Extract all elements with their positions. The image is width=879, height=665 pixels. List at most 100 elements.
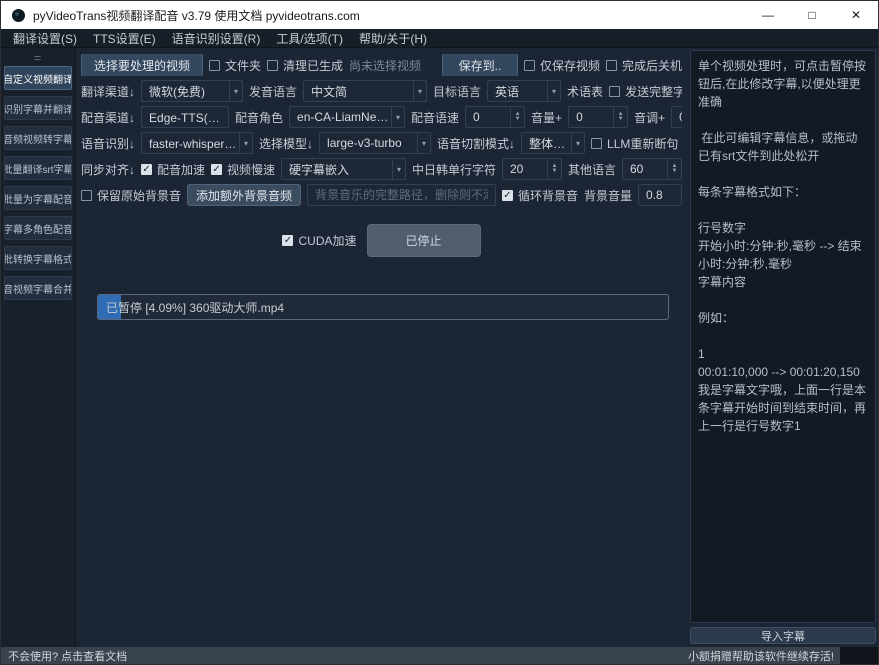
subtitle-editor[interactable]: 单个视频处理时，可点击暂停按钮后,在此修改字幕,以便处理更准确 在此可编辑字幕信… [690,50,876,623]
window-body: = 自定义视频翻译 识别字幕并翻译 音频视频转字幕 批量翻译srt字幕 批量为字… [1,48,878,647]
spin-down-icon[interactable]: ▼ [668,169,681,174]
row-alignment: 同步对齐↓ ✓ 配音加速 ✓ 视频慢速 硬字幕嵌入 ▾ 中日韩单行字符 20 ▲… [81,158,682,180]
checkbox-label: 完成后关机 [622,57,682,74]
spinner-buttons: ▲▼ [547,159,561,179]
loop-bgm-checkbox[interactable]: ✓ 循环背景音 [502,187,578,204]
progress-text: 已暂停 [4.09%] 360驱动大师.mp4 [98,299,284,316]
chevron-down-icon: ▾ [571,133,584,153]
pitch-spinner[interactable]: 0 ▲▼ [671,106,682,128]
translate-channel-select[interactable]: 微软(免费) ▾ [141,80,243,102]
window-controls: — □ ✕ [746,1,878,29]
save-video-only-checkbox[interactable]: 仅保存视频 [524,57,600,74]
subtitle-embed-mode-select[interactable]: 硬字幕嵌入 ▾ [281,158,406,180]
volume-label: 音量+ [531,109,562,126]
llm-resegment-checkbox[interactable]: LLM重新断句 [591,135,678,152]
keep-original-bgm-checkbox[interactable]: 保留原始背景音 [81,187,181,204]
checkbox-icon: ✓ [211,164,222,175]
subtitle-panel: 单个视频处理时，可点击暂停按钮后,在此修改字幕,以便处理更准确 在此可编辑字幕信… [688,48,878,647]
window-title: pyVideoTrans视频翻译配音 v3.79 使用文档 pyvideotra… [33,7,360,24]
source-language-select[interactable]: 中文简 ▾ [303,80,427,102]
dubbing-rate-spinner[interactable]: 0 ▲▼ [465,106,525,128]
menu-translate-settings[interactable]: 翻译设置(S) [5,30,85,47]
checkbox-icon: ✓ [282,235,293,246]
clear-generated-checkbox[interactable]: 清理已生成 [267,57,343,74]
bgm-volume-label: 背景音量 [584,187,632,204]
speech-recognition-label[interactable]: 语音识别↓ [81,135,135,152]
sidebar-item-av-to-subtitle[interactable]: 音频视频转字幕 [4,126,72,150]
checkbox-label: 视频慢速 [227,161,275,178]
dubbing-channel-label[interactable]: 配音渠道↓ [81,109,135,126]
spinner-buttons: ▲▼ [510,107,524,127]
checkbox-icon: ✓ [141,164,152,175]
checkbox-icon [606,60,617,71]
dub-speedup-checkbox[interactable]: ✓ 配音加速 [141,161,205,178]
split-mode-select[interactable]: 整体识别 ▾ [521,132,585,154]
recognition-engine-select[interactable]: faster-whisper(本地) ▾ [141,132,253,154]
row-dubbing: 配音渠道↓ Edge-TTS(免费) 配音角色 en-CA-LiamNeural… [81,106,682,128]
target-language-select[interactable]: 英语 ▾ [487,80,561,102]
volume-spinner[interactable]: 0 ▲▼ [568,106,628,128]
bgm-path-input[interactable] [307,184,496,206]
translate-channel-label[interactable]: 翻译渠道↓ [81,83,135,100]
checkbox-icon [209,60,220,71]
video-slowdown-checkbox[interactable]: ✓ 视频慢速 [211,161,275,178]
sidebar-item-batch-translate-srt[interactable]: 批量翻译srt字幕 [4,156,72,180]
checkbox-icon [81,190,92,201]
close-button[interactable]: ✕ [834,1,878,29]
sidebar: = 自定义视频翻译 识别字幕并翻译 音频视频转字幕 批量翻译srt字幕 批量为字… [1,48,76,647]
spin-down-icon[interactable]: ▼ [511,117,524,122]
checkbox-label: 清理已生成 [283,57,343,74]
menu-tts-settings[interactable]: TTS设置(E) [85,30,164,47]
checkbox-label: 发送完整字幕 [625,83,682,100]
menu-help-about[interactable]: 帮助/关于(H) [351,30,435,47]
shutdown-after-checkbox[interactable]: 完成后关机 [606,57,682,74]
import-subtitle-button[interactable]: 导入字幕 [690,627,876,644]
row-video-select: 选择要处理的视频 文件夹 清理已生成 尚未选择视频 保存到.. 仅保存视频 [81,54,682,76]
status-bar: 不会使用? 点击查看文档 小额捐赠帮助该软件继续存活! [1,647,878,664]
menu-speech-recognition-settings[interactable]: 语音识别设置(R) [164,30,269,47]
help-doc-link[interactable]: 不会使用? 点击查看文档 [8,648,127,664]
title-bar: pyVideoTrans视频翻译配音 v3.79 使用文档 pyvideotra… [1,1,878,29]
send-full-subtitle-checkbox[interactable]: 发送完整字幕 [609,83,682,100]
sidebar-item-batch-dub-subtitle[interactable]: 批量为字幕配音 [4,186,72,210]
cjk-line-chars-spinner[interactable]: 20 ▲▼ [502,158,562,180]
dubbing-channel-select[interactable]: Edge-TTS(免费) [141,106,229,128]
chevron-down-icon: ▾ [391,107,404,127]
sync-align-label[interactable]: 同步对齐↓ [81,161,135,178]
model-select[interactable]: large-v3-turbo ▾ [319,132,431,154]
maximize-button[interactable]: □ [790,1,834,29]
save-to-button[interactable]: 保存到.. [442,54,518,76]
dubbing-role-select[interactable]: en-CA-LiamNeural ▾ [289,106,405,128]
progress-bar[interactable]: 已暂停 [4.09%] 360驱动大师.mp4 [97,294,669,320]
sidebar-item-merge-av-subtitle[interactable]: 音视频字幕合并 [4,276,72,300]
checkbox-label: 保留原始背景音 [97,187,181,204]
row-translate: 翻译渠道↓ 微软(免费) ▾ 发音语言 中文简 ▾ 目标语言 英语 ▾ 术语表 [81,80,682,102]
glossary-link[interactable]: 术语表 [567,83,603,100]
menu-tools-options[interactable]: 工具/选项(T) [268,30,351,47]
split-mode-label[interactable]: 语音切割模式↓ [437,135,515,152]
chevron-down-icon: ▾ [417,133,430,153]
donate-link[interactable]: 小额捐赠帮助该软件继续存活! [688,648,840,664]
sidebar-item-custom-video-translate[interactable]: 自定义视频翻译 [4,66,72,90]
sidebar-drag-handle[interactable]: = [4,52,72,66]
spin-down-icon[interactable]: ▼ [614,117,627,122]
menu-bar: 翻译设置(S) TTS设置(E) 语音识别设置(R) 工具/选项(T) 帮助/关… [1,29,878,48]
stop-button[interactable]: 已停止 [367,224,481,257]
add-extra-bgm-button[interactable]: 添加额外背景音频 [187,184,301,206]
other-language-label: 其他语言 [568,161,616,178]
sidebar-item-multirole-dubbing[interactable]: 字幕多角色配音 [4,216,72,240]
sidebar-item-convert-subtitle-format[interactable]: 批转换字幕格式 [4,246,72,270]
sidebar-item-recognize-and-translate[interactable]: 识别字幕并翻译 [4,96,72,120]
row-execute: ✓ CUDA加速 已停止 [81,222,682,258]
other-language-spinner[interactable]: 60 ▲▼ [622,158,682,180]
bgm-volume-input[interactable] [638,184,682,206]
app-window: pyVideoTrans视频翻译配音 v3.79 使用文档 pyvideotra… [0,0,879,665]
folder-checkbox[interactable]: 文件夹 [209,57,261,74]
minimize-button[interactable]: — [746,1,790,29]
spin-down-icon[interactable]: ▼ [548,169,561,174]
row-background-audio: 保留原始背景音 添加额外背景音频 ✓ 循环背景音 背景音量 [81,184,682,206]
select-video-button[interactable]: 选择要处理的视频 [81,54,203,76]
chevron-down-icon: ▾ [229,81,242,101]
model-label[interactable]: 选择模型↓ [259,135,313,152]
cuda-checkbox[interactable]: ✓ CUDA加速 [282,232,356,249]
